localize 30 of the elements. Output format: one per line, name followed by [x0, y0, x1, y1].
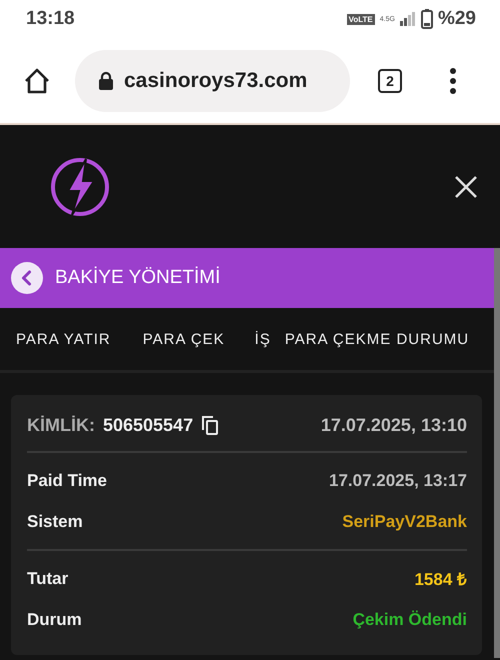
tab-count-button[interactable]: 2 — [378, 68, 402, 92]
menu-icon[interactable] — [448, 66, 458, 96]
address-bar[interactable]: casinoroys73.com — [75, 50, 350, 112]
tab[interactable]: PARA ÇEKME DURUMU — [270, 308, 478, 370]
battery-icon — [420, 9, 433, 29]
battery-percent: %29 — [438, 8, 476, 30]
network-badge: VoLTE — [346, 14, 375, 24]
field-label: Sistem — [27, 512, 83, 532]
panel-title: BAKİYE YÖNETİMİ — [55, 267, 220, 289]
field-value: SeriPayV2Bank — [342, 512, 467, 532]
field-value: Çekim Ödendi — [352, 610, 467, 630]
url-text: casinoroys73.com — [124, 68, 308, 92]
close-icon[interactable] — [454, 174, 478, 198]
created-date: 17.07.2025, 13:10 — [320, 414, 467, 436]
lock-icon — [98, 70, 114, 90]
clock: 13:18 — [26, 8, 75, 30]
tab[interactable]: PARA YATIR — [0, 308, 127, 370]
field-label: Paid Time — [27, 470, 107, 490]
copy-icon[interactable] — [201, 415, 220, 435]
signal-icon — [400, 12, 416, 26]
id-value: 506505547 — [102, 414, 194, 436]
scrollbar[interactable] — [494, 248, 500, 658]
tab[interactable]: İŞ — [240, 308, 271, 370]
back-icon[interactable] — [11, 262, 43, 294]
id-label: KİMLİK: — [27, 414, 95, 436]
tab[interactable]: PARA ÇEK — [126, 308, 241, 370]
field-value: 17.07.2025, 13:17 — [328, 470, 467, 490]
field-value: 1584 ₺ — [414, 569, 467, 590]
field-label: Tutar — [27, 568, 68, 588]
field-label: Durum — [27, 610, 82, 630]
